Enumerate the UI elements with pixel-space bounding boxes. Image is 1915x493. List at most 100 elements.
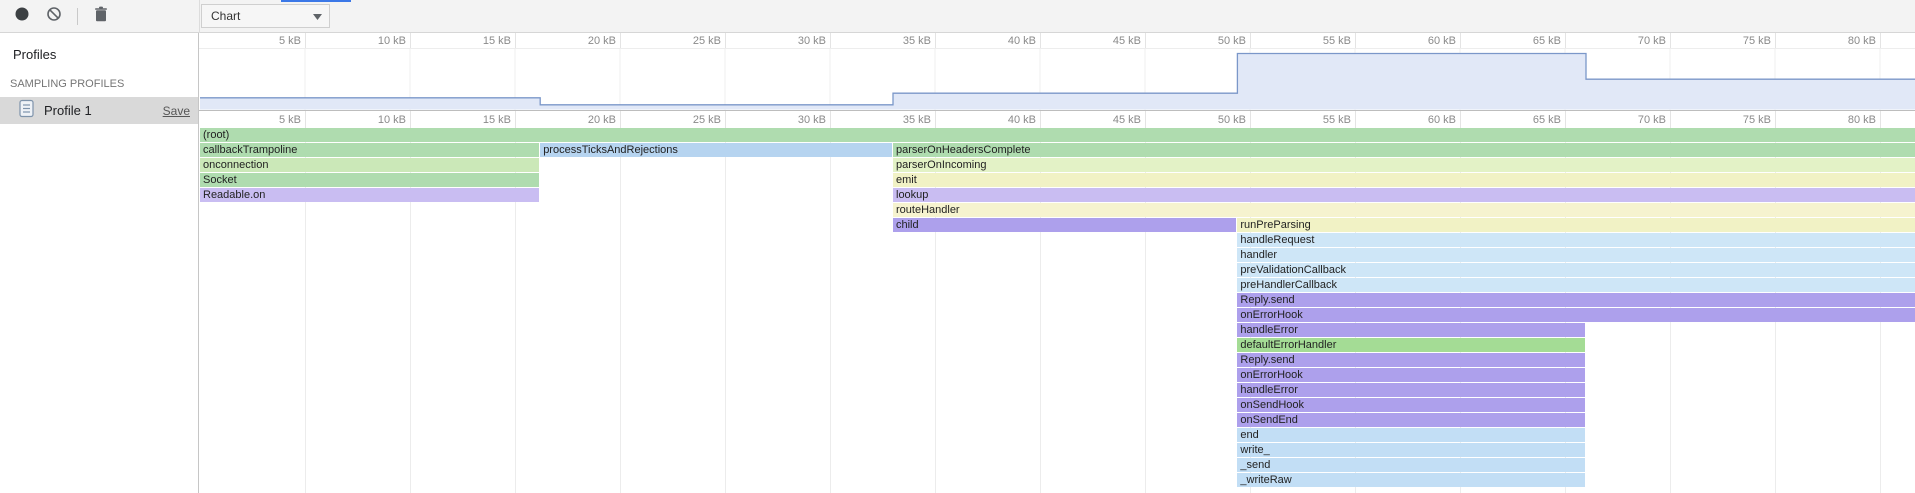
record-icon [14,6,30,27]
ruler-tick-label: 45 kB [1087,114,1141,126]
ruler-tick [935,111,936,128]
delete-profile-button[interactable] [92,7,110,25]
ruler-tick [1355,33,1356,48]
dropdown-arrow-icon [313,9,322,23]
flame-frame-handler[interactable]: handler [1237,248,1915,262]
ruler-tick-label: 15 kB [457,35,511,47]
toolbar: Chart [0,0,1915,33]
ruler-tick [725,111,726,128]
flame-frame-onsendend[interactable]: onSendEnd [1237,413,1585,427]
ruler-tick-label: 35 kB [877,35,931,47]
ruler-tick-label: 20 kB [562,114,616,126]
ruler-tick [1880,33,1881,48]
flame-frame-child[interactable]: child [893,218,1236,232]
ruler-tick [1040,111,1041,128]
flame-frame-socket[interactable]: Socket [200,173,539,187]
ruler-tick [410,33,411,48]
ruler-tick-label: 65 kB [1507,35,1561,47]
ruler-tick [620,33,621,48]
ruler-tick-label: 70 kB [1612,114,1666,126]
ruler-tick [1565,111,1566,128]
ruler-tick-label: 25 kB [667,35,721,47]
ruler-tick-label: 55 kB [1297,35,1351,47]
flame-frame-onerrorhook[interactable]: onErrorHook [1237,308,1915,322]
ruler-tick-label: 25 kB [667,114,721,126]
ruler-tick [515,111,516,128]
flame-frame-parseronheaderscomplete[interactable]: parserOnHeadersComplete [893,143,1915,157]
toolbar-separator [77,8,78,25]
flame-frame-processticksandrejections[interactable]: processTicksAndRejections [540,143,892,157]
flame-frame-prevalidationcallback[interactable]: preValidationCallback [1237,263,1915,277]
clear-profiles-button[interactable] [45,7,63,25]
flame-frame-onconnection[interactable]: onconnection [200,158,539,172]
content: Profiles SAMPLING PROFILES Profile 1 Sav… [0,33,1915,493]
ruler-tick-label: 60 kB [1402,114,1456,126]
ruler-tick [1355,111,1356,128]
ruler-tick [1460,111,1461,128]
overview-graph [199,49,1915,110]
ruler-tick-label: 55 kB [1297,114,1351,126]
active-tab-indicator [281,0,351,2]
flame-frame-write[interactable]: write_ [1237,443,1585,457]
flame-frame-send[interactable]: _send [1237,458,1585,472]
flame-frame-root[interactable]: (root) [200,128,1915,142]
flamechart-canvas[interactable]: (root)callbackTrampolineprocessTicksAndR… [199,128,1915,493]
ruler-tick-label: 40 kB [982,35,1036,47]
ruler-tick [1145,33,1146,48]
trash-icon [94,6,108,27]
flame-frame-reply-send[interactable]: Reply.send [1237,293,1915,307]
ruler-tick [725,33,726,48]
flame-frame-defaulterrorhandler[interactable]: defaultErrorHandler [1237,338,1585,352]
ruler-tick [515,33,516,48]
profile-item-profile-1[interactable]: Profile 1 Save [0,97,198,124]
ruler-tick [935,33,936,48]
overview-timeline[interactable] [199,49,1915,110]
profiles-sidebar: Profiles SAMPLING PROFILES Profile 1 Sav… [0,33,199,493]
ruler-tick-label: 20 kB [562,35,616,47]
ruler-tick [1670,33,1671,48]
ruler-tick-label: 35 kB [877,114,931,126]
flame-frame-handleerror[interactable]: handleError [1237,383,1585,397]
ruler-tick-label: 50 kB [1192,114,1246,126]
ruler-tick-label: 50 kB [1192,35,1246,47]
save-link[interactable]: Save [163,104,190,118]
record-button[interactable] [13,7,31,25]
flame-frame-callbacktrampoline[interactable]: callbackTrampoline [200,143,539,157]
sampling-profiles-header: SAMPLING PROFILES [0,62,198,97]
flame-frame-routehandler[interactable]: routeHandler [893,203,1915,217]
flamechart-grid-line [620,128,621,493]
chart-view-select-value: Chart [211,9,240,23]
ruler-tick [830,33,831,48]
flame-frame-onsendhook[interactable]: onSendHook [1237,398,1585,412]
flame-frame-writeraw[interactable]: _writeRaw [1237,473,1585,487]
flame-frame-readable-on[interactable]: Readable.on [200,188,539,202]
ruler-tick-label: 40 kB [982,114,1036,126]
flame-frame-handlerequest[interactable]: handleRequest [1237,233,1915,247]
ruler-tick-label: 5 kB [247,35,301,47]
flamechart-pane: 5 kB 10 kB 15 kB 20 kB 25 kB 30 kB 35 kB 40 kB 4… [199,33,1915,493]
flame-frame-emit[interactable]: emit [893,173,1915,187]
ruler-tick [1775,33,1776,48]
ruler-tick-label: 10 kB [352,114,406,126]
ruler-tick [830,111,831,128]
flame-frame-handleerror[interactable]: handleError [1237,323,1585,337]
ruler-tick [305,33,306,48]
flame-frame-reply-send[interactable]: Reply.send [1237,353,1585,367]
ruler-tick [620,111,621,128]
flame-frame-onerrorhook[interactable]: onErrorHook [1237,368,1585,382]
ruler-tick-label: 30 kB [772,35,826,47]
flame-frame-end[interactable]: end [1237,428,1585,442]
chart-view-select[interactable]: Chart [201,4,330,28]
ruler-tick [1250,33,1251,48]
flame-frame-prehandlercallback[interactable]: preHandlerCallback [1237,278,1915,292]
flame-frame-lookup[interactable]: lookup [893,188,1915,202]
flame-frame-runpreparsing[interactable]: runPreParsing [1237,218,1915,232]
ruler-tick-label: 75 kB [1717,114,1771,126]
toolbar-divider [199,0,200,33]
flame-frame-parseronincoming[interactable]: parserOnIncoming [893,158,1915,172]
toolbar-left-group [0,7,199,25]
ruler-tick-label: 45 kB [1087,35,1141,47]
profile-document-icon [19,99,35,123]
ruler-tick-label: 65 kB [1507,114,1561,126]
ruler-tick-label: 10 kB [352,35,406,47]
